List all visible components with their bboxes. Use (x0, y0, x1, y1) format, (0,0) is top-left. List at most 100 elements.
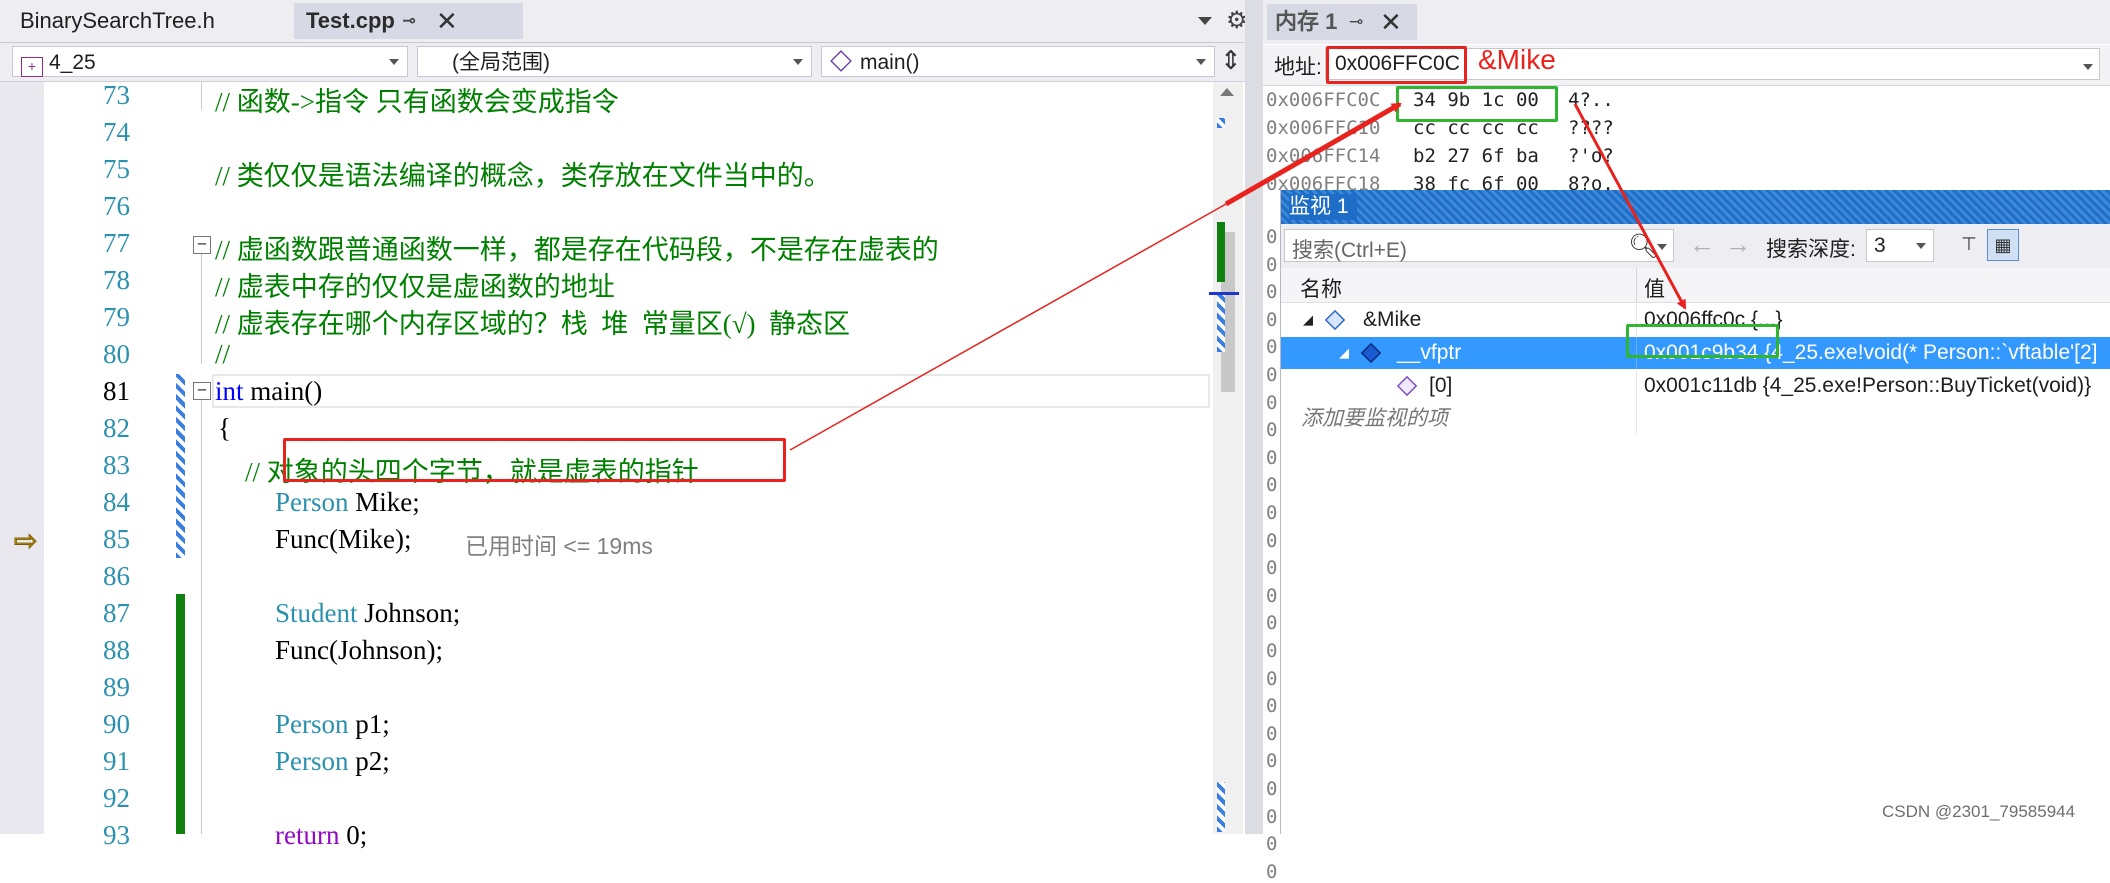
memory-address: 0x006FFC10 (1266, 117, 1381, 139)
pin-icon[interactable]: ⊸ (1349, 4, 1363, 40)
watch-search-input[interactable]: 搜索(Ctrl+E) 🔍︎ (1284, 229, 1674, 262)
column-header-value[interactable]: 值 (1644, 273, 1665, 303)
memory-address-truncated: 0 (1266, 750, 1278, 773)
memory-address-truncated: 0 (1266, 336, 1278, 359)
watch-value: 0x001c11db {4_25.exe!Person::BuyTicket(v… (1644, 374, 2092, 397)
memory-address-truncated: 0 (1266, 529, 1278, 552)
line-number: 86 (103, 561, 130, 591)
function-combo[interactable]: main() (821, 46, 1215, 77)
memory-address-truncated: 0 (1266, 584, 1278, 607)
keyword: int (215, 376, 244, 406)
hex-display-icon[interactable]: ▦ (1987, 229, 2019, 261)
tab-list-dropdown-icon[interactable] (1198, 17, 1212, 25)
scroll-caret-mark (1209, 292, 1239, 295)
pin-watch-icon[interactable]: ⊤ (1953, 229, 1985, 261)
variable-icon (1360, 342, 1382, 364)
line-number: 90 (103, 709, 130, 739)
function-name: main() (860, 51, 920, 74)
variable-icon (1324, 309, 1346, 331)
scroll-change-mark (1217, 222, 1225, 282)
line-number: 78 (103, 265, 130, 295)
search-icon[interactable]: 🔍︎ (1628, 232, 1658, 261)
chevron-down-icon[interactable] (2083, 64, 2093, 70)
chevron-down-icon (389, 59, 399, 65)
collapse-icon[interactable]: − (193, 236, 211, 254)
close-icon[interactable]: ✕ (1380, 4, 1402, 40)
watermark: CSDN @2301_79585944 (1882, 802, 2076, 821)
scroll-change-mark (1217, 292, 1225, 352)
scope-combo[interactable]: (全局范围) (417, 46, 812, 77)
chevron-down-icon (793, 59, 803, 65)
arrow-right-icon[interactable]: → (1725, 229, 1751, 260)
tab-binarysearchtree[interactable]: BinarySearchTree.h (8, 3, 300, 39)
code-line: Person p1; (275, 709, 390, 740)
tab-test-cpp[interactable]: Test.cpp ⊸ ✕ (294, 3, 523, 39)
column-header-name[interactable]: 名称 (1300, 273, 1342, 303)
watch-titlebar[interactable]: 监视 1 (1281, 190, 2110, 224)
scroll-up-icon[interactable] (1220, 88, 1234, 96)
search-depth-combo[interactable]: 3 (1866, 229, 1934, 262)
memory-address-truncated: 0 (1266, 557, 1278, 580)
memory-address-truncated: 0 (1266, 805, 1278, 828)
perf-tip-hint[interactable]: 已用时间 <= 19ms (465, 527, 653, 561)
code-text: main() (243, 376, 323, 406)
memory-address-truncated: 0 (1266, 226, 1278, 248)
arrow-left-icon[interactable]: ← (1689, 229, 1715, 260)
tab-label: 内存 1 (1275, 9, 1338, 34)
memory-address-truncated: 0 (1266, 391, 1278, 414)
line-number: 82 (103, 413, 130, 443)
method-icon (1396, 375, 1418, 397)
memory-address-truncated: 0 (1266, 833, 1278, 856)
memory-address-truncated: 0 (1266, 253, 1278, 276)
watch-add-row[interactable]: 添加要监视的项 (1281, 403, 2110, 435)
collapse-icon[interactable]: − (193, 382, 211, 400)
editor-tab-bar: BinarySearchTree.h Test.cpp ⊸ ✕ ⚙ (0, 0, 1255, 43)
split-window-icon[interactable]: ⇕ (1220, 45, 1242, 76)
outline-guide (201, 254, 202, 364)
close-icon[interactable]: ✕ (436, 3, 458, 39)
type-name: Person (275, 746, 349, 776)
line-number: 77 (103, 228, 130, 258)
code-text: p1; (348, 709, 390, 739)
chevron-down-icon (1916, 243, 1926, 249)
collapse-arrow-icon[interactable]: ◢ (1339, 337, 1349, 369)
current-statement-arrow-icon: ⇨ (13, 525, 38, 557)
code-line-main: int main() (215, 376, 322, 407)
project-name: 4_25 (49, 51, 96, 74)
memory-address-truncated: 0 (1266, 474, 1278, 497)
memory-address-truncated: 0 (1266, 502, 1278, 524)
code-comment: // 虚函数跟普通函数一样，都是存在代码段，不是存在虚表的 (215, 235, 939, 265)
watch-name: __vfptr (1397, 341, 1462, 364)
editor-scrollbar[interactable] (1209, 82, 1243, 834)
glyph-margin[interactable] (0, 82, 44, 834)
keyword: return (275, 820, 340, 850)
tab-memory-1[interactable]: 内存 1 ⊸ ✕ (1267, 4, 1417, 40)
memory-address-truncated: 0 (1266, 722, 1278, 745)
chevron-down-icon (1196, 59, 1206, 65)
scroll-change-mark (1217, 782, 1225, 832)
pin-icon[interactable]: ⊸ (402, 3, 416, 39)
tab-label: BinarySearchTree.h (20, 8, 215, 33)
column-separator (1636, 370, 1637, 402)
search-placeholder: 搜索(Ctrl+E) (1292, 239, 1407, 262)
memory-address-truncated: 0 (1266, 695, 1278, 718)
line-number: 80 (103, 339, 130, 369)
line-number: 76 (103, 191, 130, 221)
window-splitter[interactable] (1245, 0, 1263, 834)
memory-address-truncated: 0 (1266, 778, 1278, 800)
collapse-arrow-icon[interactable]: ◢ (1303, 304, 1313, 336)
code-line: Func(Mike); (275, 524, 412, 554)
method-icon (830, 50, 852, 72)
column-separator[interactable] (1636, 268, 1637, 302)
code-comment: // 函数->指令 只有函数会变成指令 (215, 87, 619, 117)
watch-window: 监视 1 搜索(Ctrl+E) 🔍︎ ← → 搜索深度: 3 ⊤ ▦ 名称 值 … (1280, 190, 2110, 834)
memory-chars: 4?.. (1568, 89, 1614, 111)
code-brace: { (218, 413, 231, 443)
memory-address-truncated: 0 (1266, 308, 1278, 331)
chevron-down-icon[interactable] (1657, 244, 1667, 250)
project-combo[interactable]: +4_25 (12, 46, 408, 77)
memory-row: 0x006FFC0C 34 9b 1c 00 4?.. (1266, 89, 1614, 111)
line-number: 73 (103, 80, 130, 110)
watch-row[interactable]: [0] 0x001c11db {4_25.exe!Person::BuyTick… (1281, 370, 2110, 402)
code-comment: // 类仅仅是语法编译的概念，类存放在文件当中的。 (215, 161, 831, 191)
